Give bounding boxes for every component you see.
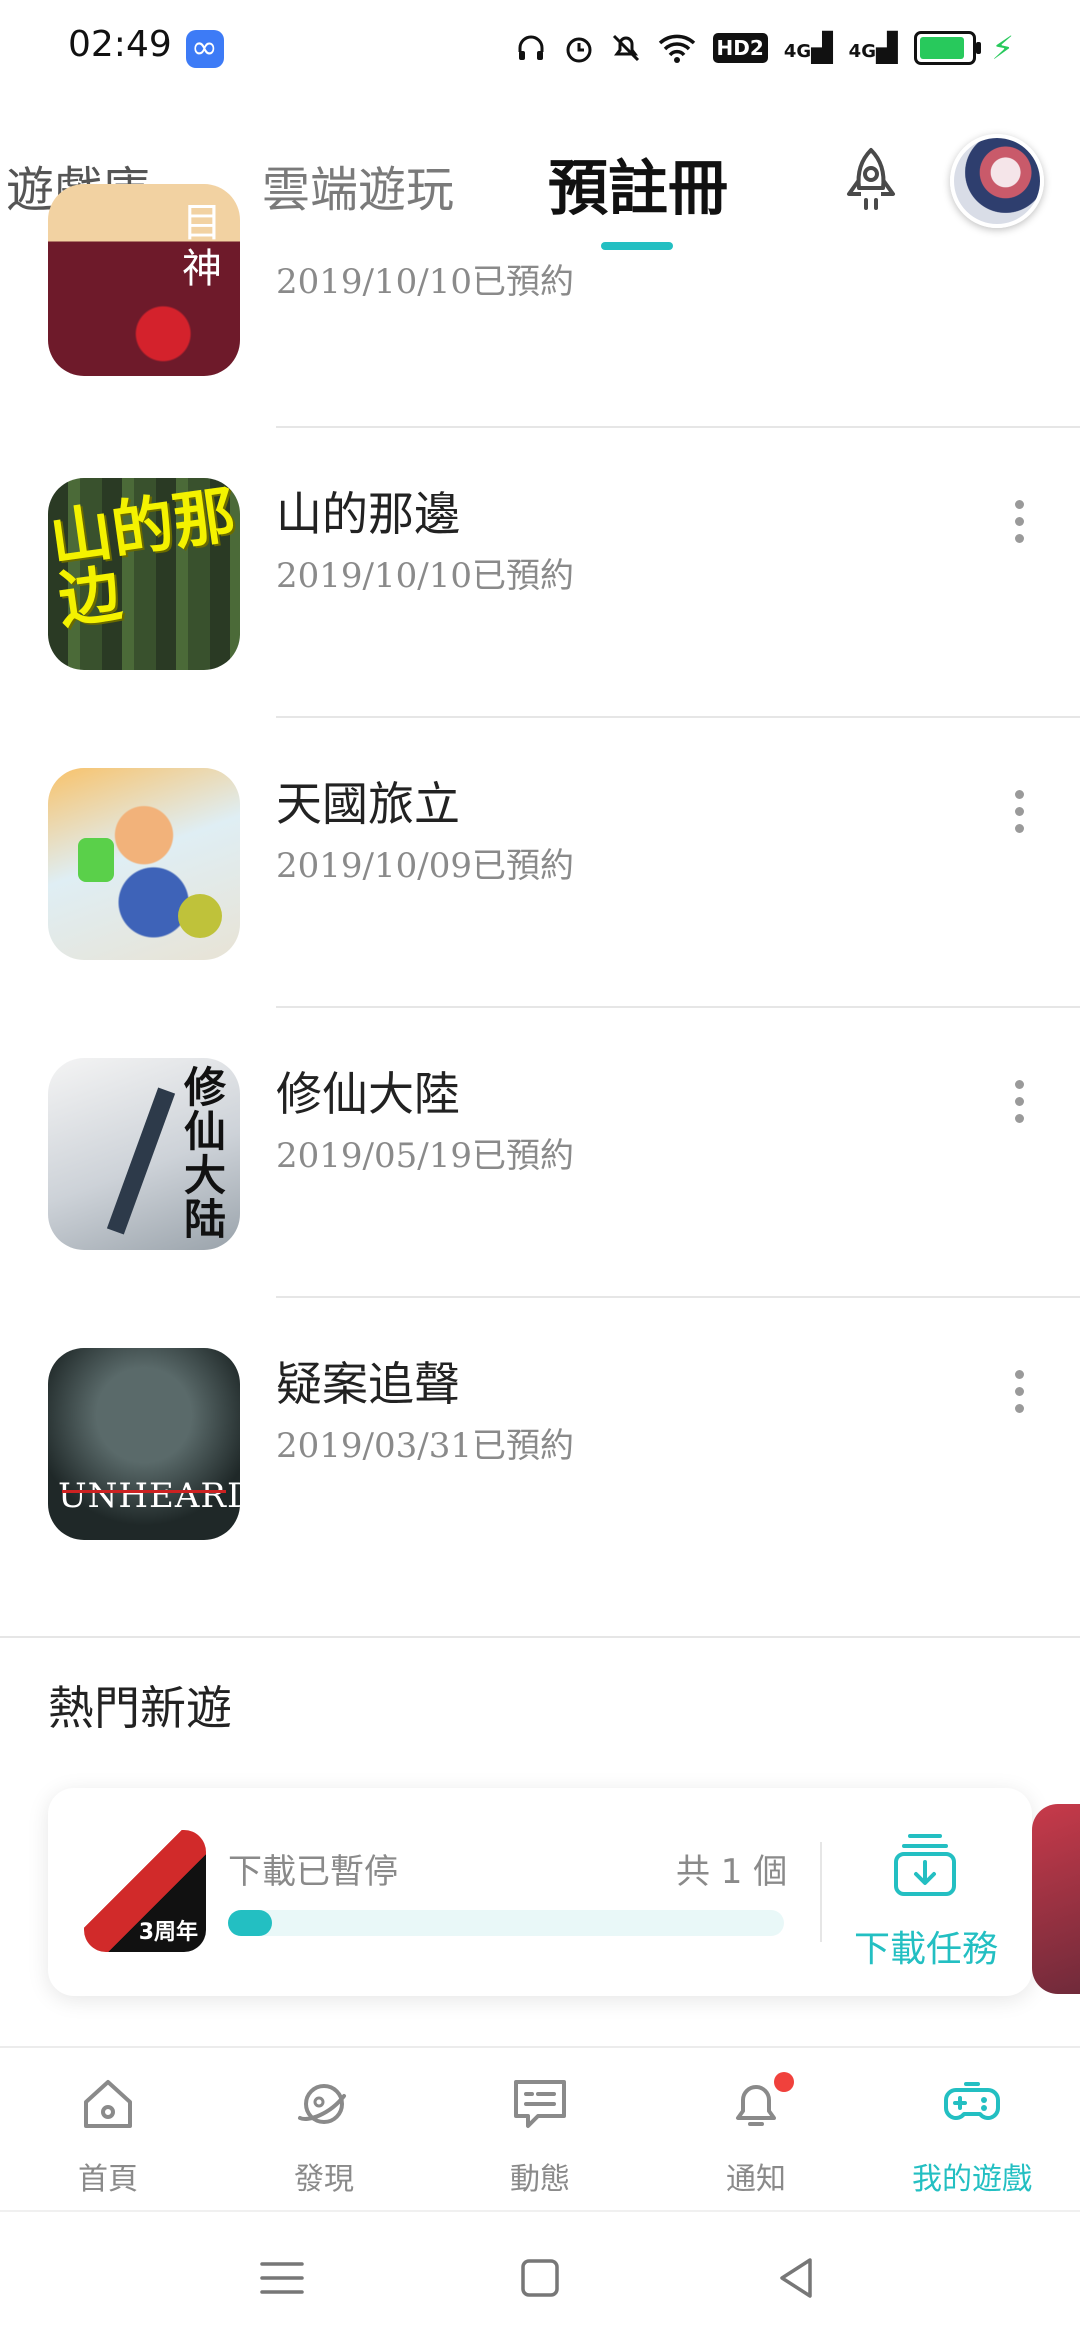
list-item[interactable]: 天國旅立 2019/10/09已預約	[0, 718, 1080, 1008]
list-item[interactable]: 修仙大陆 修仙大陸 2019/05/19已預約	[0, 1008, 1080, 1298]
preorder-date: 2019/03/31已預約	[276, 1426, 574, 1466]
nav-label: 首頁	[78, 2162, 138, 2197]
gamepad-icon	[944, 2082, 1000, 2120]
nav-item-my-games[interactable]: 我的遊戲	[864, 2048, 1080, 2212]
download-tasks-label[interactable]: 下載任務	[854, 1920, 998, 1972]
system-nav-bar	[0, 2210, 1080, 2342]
planet-icon	[298, 2084, 346, 2124]
status-time: 02:49	[68, 24, 172, 65]
network-type-label-2: 4G	[848, 41, 876, 62]
menu-icon[interactable]	[252, 2248, 312, 2308]
game-name: 修仙大陸	[276, 1067, 460, 1121]
game-thumbnail: 目 神	[48, 184, 240, 376]
nav-label: 發現	[294, 2162, 354, 2197]
thumbnail-text: UNHEARD	[58, 1476, 240, 1516]
game-name: 天國旅立	[276, 777, 460, 831]
preorder-date: 2019/10/09已預約	[276, 846, 574, 886]
list-item[interactable]: 山的那边 山的那邊 2019/10/10已預約	[0, 428, 1080, 718]
network-type-label: 4G	[783, 41, 812, 62]
thumbnail-text: 修仙大陆	[184, 1063, 227, 1244]
game-thumbnail: 山的那边	[48, 478, 240, 670]
section-title: 熱門新遊	[48, 1681, 232, 1735]
list-item[interactable]: UNHEARD 疑案追聲 2019/03/31已預約	[0, 1298, 1080, 1588]
message-icon	[514, 2080, 566, 2128]
home-icon	[84, 2080, 132, 2128]
game-thumbnail: 修仙大陆	[48, 1058, 240, 1250]
game-name: 疑案追聲	[276, 1357, 460, 1411]
download-status: 下載已暫停	[228, 1852, 398, 1892]
status-icons: HD2 4G▟ 4G▟ ⚡	[515, 28, 1014, 68]
nav-item-notifications[interactable]: 通知	[648, 2048, 864, 2212]
home-square-icon[interactable]	[510, 2248, 570, 2308]
bottom-nav: 首頁 發現 動態 通知 我的遊戲	[0, 2046, 1080, 2212]
notification-badge	[774, 2072, 794, 2092]
nav-label: 我的遊戲	[912, 2162, 1032, 2197]
download-card[interactable]: 3周年 下載已暫停 共 1 個 下載任務	[48, 1788, 1032, 1996]
preorder-date: 2019/10/10已預約	[276, 556, 574, 596]
signal-4g-icon: 4G▟	[783, 31, 833, 64]
more-options-icon[interactable]	[1010, 1370, 1028, 1420]
next-card-peek[interactable]	[1032, 1804, 1080, 1994]
hd-icon: HD2	[712, 33, 768, 63]
gem-shape	[78, 838, 114, 882]
status-bar: 02:49 HD2 4G▟ 4G▟ ⚡	[0, 0, 1080, 96]
sword-shape	[106, 1087, 176, 1235]
cloud-app-icon	[186, 28, 224, 68]
thumbnail-tag: 3周年	[138, 1920, 198, 1945]
creature-shape	[178, 894, 222, 938]
preorder-date: 2019/05/19已預約	[276, 1136, 574, 1176]
more-options-icon[interactable]	[1010, 1080, 1028, 1130]
nav-item-discover[interactable]: 發現	[216, 2048, 432, 2212]
battery-icon	[913, 31, 981, 65]
section-divider	[0, 1636, 1080, 1638]
download-tasks-icon[interactable]	[890, 1830, 960, 1900]
nav-item-feed[interactable]: 動態	[432, 2048, 648, 2212]
thumbnail-underline	[62, 1490, 226, 1493]
download-game-thumbnail: 3周年	[84, 1830, 206, 1952]
charging-icon: ⚡	[991, 29, 1014, 67]
thumbnail-text: 山的那边	[48, 478, 240, 638]
alarm-icon	[566, 37, 592, 63]
game-thumbnail: UNHEARD	[48, 1348, 240, 1540]
nav-item-home[interactable]: 首頁	[0, 2048, 216, 2212]
more-options-icon[interactable]	[1010, 790, 1028, 840]
thumbnail-text-2: 神	[182, 246, 222, 292]
download-count: 共 1 個	[676, 1852, 788, 1892]
download-progress-fill	[228, 1910, 273, 1936]
more-options-icon[interactable]	[1010, 500, 1028, 550]
download-progress-bar	[228, 1910, 784, 1936]
card-separator	[820, 1842, 822, 1942]
headphones-icon	[518, 35, 544, 60]
game-thumbnail	[48, 768, 240, 960]
wifi-icon	[658, 34, 695, 63]
signal-4g-icon-2: 4G▟	[848, 31, 898, 64]
mute-icon	[612, 34, 639, 62]
game-name: 山的那邊	[276, 487, 460, 541]
back-icon[interactable]	[768, 2248, 828, 2308]
preorder-date: 2019/10/10已預約	[276, 262, 574, 302]
nav-label: 通知	[726, 2162, 786, 2197]
nav-label: 動態	[510, 2162, 570, 2197]
